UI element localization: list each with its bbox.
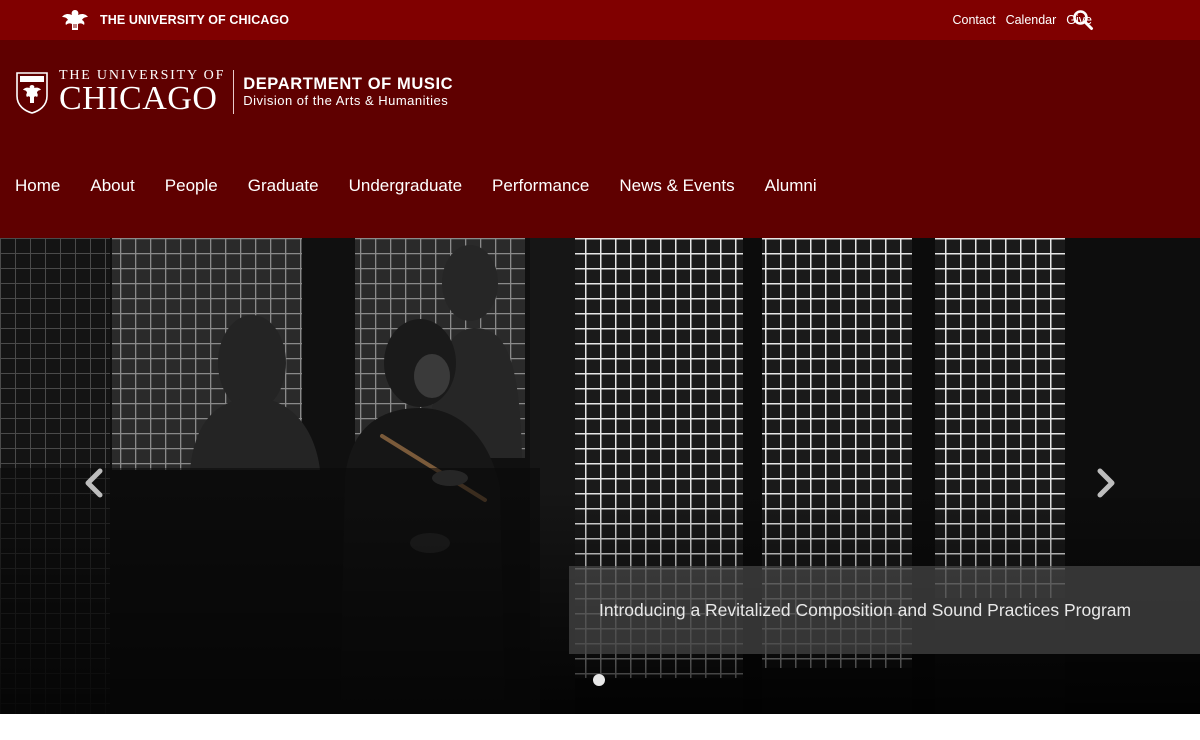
- site-header: THE UNIVERSITY OF CHICAGO DEPARTMENT OF …: [0, 40, 1200, 238]
- division-name: Division of the Arts & Humanities: [243, 93, 449, 108]
- nav-graduate[interactable]: Graduate: [248, 176, 319, 196]
- department-name: DEPARTMENT OF MUSIC: [243, 75, 454, 93]
- carousel-dot-active[interactable]: [593, 674, 605, 686]
- university-home-link[interactable]: THE UNIVERSITY OF CHICAGO: [60, 6, 289, 34]
- hero-carousel: Introducing a Revitalized Composition an…: [0, 238, 1200, 714]
- university-shield-icon: [16, 72, 48, 114]
- nav-news-events[interactable]: News & Events: [619, 176, 734, 196]
- slide-caption[interactable]: Introducing a Revitalized Composition an…: [569, 566, 1200, 654]
- department-logo[interactable]: THE UNIVERSITY OF CHICAGO DEPARTMENT OF …: [15, 68, 453, 116]
- nav-alumni[interactable]: Alumni: [765, 176, 817, 196]
- chevron-left-icon[interactable]: [78, 463, 108, 503]
- nav-undergraduate[interactable]: Undergraduate: [349, 176, 462, 196]
- phoenix-crest-icon: [62, 10, 88, 30]
- slide-caption-text: Introducing a Revitalized Composition an…: [599, 599, 1132, 620]
- nav-home[interactable]: Home: [15, 176, 60, 196]
- logo-line-chicago: CHICAGO: [59, 80, 218, 117]
- university-label: THE UNIVERSITY OF CHICAGO: [100, 13, 290, 27]
- nav-people[interactable]: People: [165, 176, 218, 196]
- nav-performance[interactable]: Performance: [492, 176, 589, 196]
- logo-divider: [233, 70, 235, 114]
- main-navigation: Home About People Graduate Undergraduate…: [15, 176, 847, 196]
- contact-link[interactable]: Contact: [952, 13, 995, 27]
- carousel-indicators: [593, 674, 605, 686]
- chevron-right-icon[interactable]: [1092, 463, 1122, 503]
- search-icon[interactable]: [1072, 9, 1094, 31]
- utility-bar: THE UNIVERSITY OF CHICAGO Contact Calend…: [0, 0, 1200, 40]
- calendar-link[interactable]: Calendar: [1006, 13, 1057, 27]
- nav-about[interactable]: About: [90, 176, 134, 196]
